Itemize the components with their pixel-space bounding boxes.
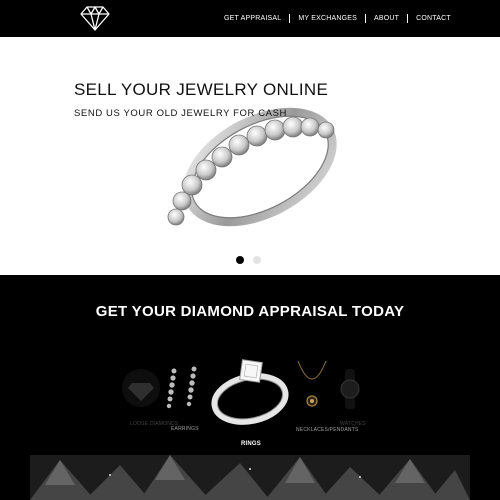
category-watches[interactable]: WATCHES: [336, 369, 366, 427]
diamond-texture-image: [0, 455, 500, 500]
watch-image: [340, 369, 360, 409]
slider-dot-1[interactable]: [236, 256, 244, 264]
hero-slider: SELL YOUR JEWELRY ONLINE SEND US YOUR OL…: [0, 37, 500, 275]
category-label: WATCHES: [340, 421, 366, 427]
ring-image: [211, 359, 289, 425]
category-earrings[interactable]: EARRINGS: [158, 365, 210, 432]
earrings-image: [166, 366, 197, 409]
slider-dots: [236, 256, 261, 264]
category-label: EARRINGS: [171, 426, 199, 432]
section-title: GET YOUR DIAMOND APPRAISAL TODAY: [95, 303, 405, 320]
nav-my-exchanges[interactable]: MY EXCHANGES: [290, 15, 365, 22]
nav-get-appraisal[interactable]: GET APPRAISAL: [216, 15, 289, 22]
appraisal-section: GET YOUR DIAMOND APPRAISAL TODAY LOOSE D…: [0, 275, 500, 455]
nav-about[interactable]: ABOUT: [366, 15, 407, 22]
category-rings[interactable]: RINGS: [208, 355, 292, 447]
diamond-background-strip: [0, 455, 500, 500]
category-necklaces[interactable]: NECKLACES/PENDANTS: [292, 359, 358, 433]
slider-dot-2[interactable]: [253, 256, 261, 264]
necklace-image: [297, 360, 327, 407]
nav-contact[interactable]: CONTACT: [408, 15, 459, 22]
category-label: NECKLACES/PENDANTS: [296, 427, 359, 433]
category-label-selected: RINGS: [241, 441, 262, 447]
hero-title: SELL YOUR JEWELRY ONLINE: [74, 80, 329, 99]
diamond-ring-image: [167, 107, 337, 227]
diamond-icon[interactable]: [78, 3, 112, 33]
hero-subtitle: SEND US YOUR OLD JEWELRY FOR CASH: [74, 108, 288, 119]
top-navigation-bar: GET APPRAISAL MY EXCHANGES ABOUT CONTACT: [0, 0, 500, 37]
main-nav: GET APPRAISAL MY EXCHANGES ABOUT CONTACT: [216, 14, 459, 23]
